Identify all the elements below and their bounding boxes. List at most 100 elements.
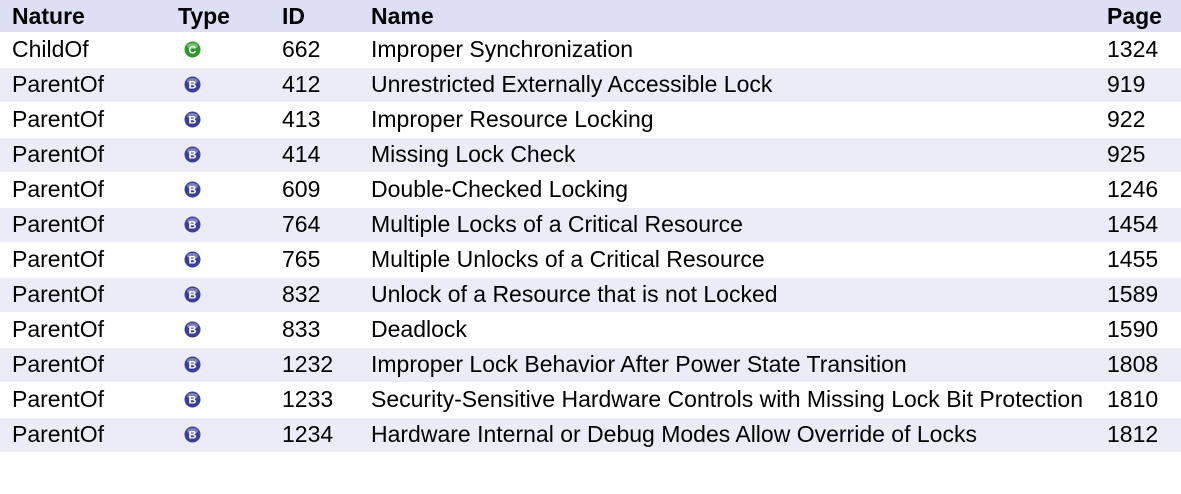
type-cell: B [166, 171, 270, 207]
page-cell: 1246 [1095, 171, 1181, 207]
page-cell: 1810 [1095, 381, 1181, 417]
nature-cell: ParentOf [0, 416, 166, 452]
svg-text:B: B [189, 114, 197, 126]
nature-cell: ParentOf [0, 101, 166, 137]
type-cell: B [166, 136, 270, 172]
svg-text:B: B [189, 149, 197, 161]
name-cell: Unrestricted Externally Accessible Lock [361, 66, 1095, 102]
nature-cell: ParentOf [0, 276, 166, 312]
svg-text:B: B [189, 429, 197, 441]
table-row: ParentOf B 1234 Hardware Internal or Debug … [0, 416, 1181, 452]
base-icon: B [184, 286, 201, 303]
page-cell: 919 [1095, 66, 1181, 102]
table-row: ParentOf B 413 Improper Resource Locking 922 [0, 101, 1181, 137]
type-cell: C [166, 31, 270, 67]
table-row: ParentOf B 414 Missing Lock Check 925 [0, 136, 1181, 172]
nature-cell: ParentOf [0, 66, 166, 102]
type-cell: B [166, 416, 270, 452]
type-cell: B [166, 346, 270, 382]
nature-cell: ParentOf [0, 241, 166, 277]
base-icon: B [184, 76, 201, 93]
type-cell: B [166, 311, 270, 347]
type-cell: B [166, 381, 270, 417]
table-row: ParentOf B 833 Deadlock 1590 [0, 311, 1181, 347]
table-row: ParentOf B 412 Unrestricted Externally Acce… [0, 66, 1181, 102]
page-cell: 925 [1095, 136, 1181, 172]
column-header-type: Type [178, 3, 230, 29]
base-icon: B [184, 356, 201, 373]
page-cell: 1455 [1095, 241, 1181, 277]
svg-text:B: B [189, 324, 197, 336]
nature-cell: ChildOf [0, 31, 166, 67]
name-cell: Deadlock [361, 311, 1095, 347]
table-row: ChildOf C 662 Improper Synchronization 1324 [0, 31, 1181, 67]
type-cell: B [166, 66, 270, 102]
name-cell: Hardware Internal or Debug Modes Allow O… [361, 416, 1095, 452]
name-cell: Security-Sensitive Hardware Controls wit… [361, 381, 1095, 417]
id-cell: 413 [270, 101, 361, 137]
name-cell: Multiple Unlocks of a Critical Resource [361, 241, 1095, 277]
base-icon: B [184, 251, 201, 268]
name-cell: Unlock of a Resource that is not Locked [361, 276, 1095, 312]
base-icon: B [184, 391, 201, 408]
table-row: ParentOf B 764 Multiple Locks of a Critical… [0, 206, 1181, 242]
id-cell: 662 [270, 31, 361, 67]
base-icon: B [184, 181, 201, 198]
page-cell: 922 [1095, 101, 1181, 137]
table-row: ParentOf B 765 Multiple Unlocks of a Critic… [0, 241, 1181, 277]
name-cell: Multiple Locks of a Critical Resource [361, 206, 1095, 242]
svg-text:B: B [189, 219, 197, 231]
class-icon: C [184, 41, 201, 58]
table-row: ParentOf B 1233 Security-Sensitive Hardware… [0, 381, 1181, 417]
base-icon: B [184, 426, 201, 443]
page-cell: 1324 [1095, 31, 1181, 67]
name-cell: Improper Synchronization [361, 31, 1095, 67]
svg-text:B: B [189, 394, 197, 406]
id-cell: 1234 [270, 416, 361, 452]
nature-cell: ParentOf [0, 346, 166, 382]
base-icon: B [184, 111, 201, 128]
base-icon: B [184, 146, 201, 163]
name-cell: Improper Resource Locking [361, 101, 1095, 137]
id-cell: 764 [270, 206, 361, 242]
id-cell: 1232 [270, 346, 361, 382]
nature-cell: ParentOf [0, 381, 166, 417]
id-cell: 832 [270, 276, 361, 312]
svg-text:B: B [189, 359, 197, 371]
nature-cell: ParentOf [0, 206, 166, 242]
column-header-nature: Nature [12, 3, 85, 29]
nature-cell: ParentOf [0, 311, 166, 347]
page-cell: 1589 [1095, 276, 1181, 312]
table-header-row: Nature Type ID Name Page [0, 0, 1181, 32]
type-cell: B [166, 101, 270, 137]
table-row: ParentOf B 1232 Improper Lock Behavior Afte… [0, 346, 1181, 382]
type-cell: B [166, 206, 270, 242]
type-cell: B [166, 241, 270, 277]
base-icon: B [184, 321, 201, 338]
column-header-name: Name [371, 3, 434, 29]
base-icon: B [184, 216, 201, 233]
svg-text:B: B [189, 254, 197, 266]
column-header-id: ID [282, 3, 305, 29]
id-cell: 412 [270, 66, 361, 102]
page-cell: 1808 [1095, 346, 1181, 382]
type-cell: B [166, 276, 270, 312]
svg-text:B: B [189, 289, 197, 301]
id-cell: 609 [270, 171, 361, 207]
id-cell: 765 [270, 241, 361, 277]
name-cell: Improper Lock Behavior After Power State… [361, 346, 1095, 382]
column-header-page: Page [1107, 3, 1162, 29]
svg-text:C: C [189, 44, 197, 56]
nature-cell: ParentOf [0, 171, 166, 207]
table-row: ParentOf B 832 Unlock of a Resource that is… [0, 276, 1181, 312]
page-cell: 1454 [1095, 206, 1181, 242]
page-cell: 1812 [1095, 416, 1181, 452]
table-row: ParentOf B 609 Double-Checked Locking 1246 [0, 171, 1181, 207]
svg-text:B: B [189, 184, 197, 196]
nature-cell: ParentOf [0, 136, 166, 172]
svg-text:B: B [189, 79, 197, 91]
relationships-table: Nature Type ID Name Page ChildOf C 662 Impr… [0, 0, 1181, 452]
name-cell: Missing Lock Check [361, 136, 1095, 172]
id-cell: 414 [270, 136, 361, 172]
id-cell: 833 [270, 311, 361, 347]
